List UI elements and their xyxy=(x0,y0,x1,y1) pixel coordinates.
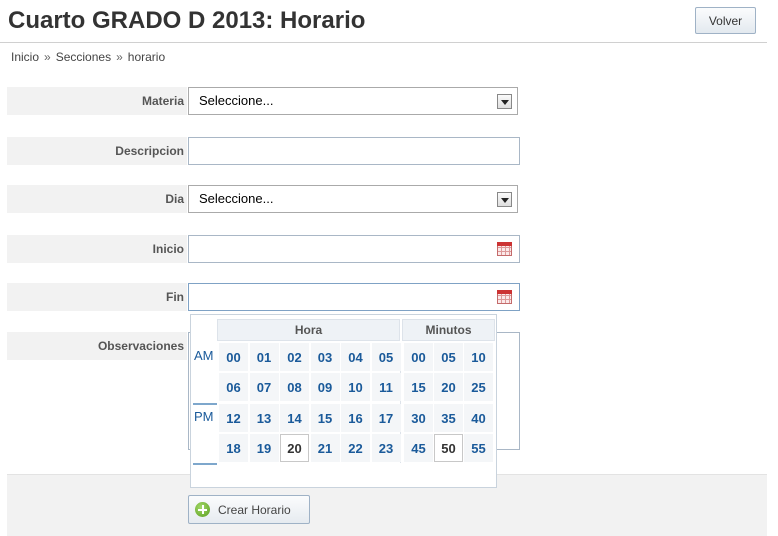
dia-select-value: Seleccione... xyxy=(199,191,274,206)
hour-cell-04[interactable]: 04 xyxy=(341,343,370,371)
inicio-row: Inicio xyxy=(7,235,767,265)
plus-circle-icon xyxy=(195,502,210,517)
observaciones-label: Observaciones xyxy=(97,339,184,353)
label-background xyxy=(7,185,187,213)
calendar-icon[interactable] xyxy=(497,290,512,304)
minute-cell-50[interactable]: 50 xyxy=(434,434,463,462)
am-divider xyxy=(193,403,217,405)
create-horario-label: Crear Horario xyxy=(218,502,291,517)
hour-cell-05[interactable]: 05 xyxy=(371,343,401,371)
minute-cell-30[interactable]: 30 xyxy=(404,404,433,432)
hour-cell-13[interactable]: 13 xyxy=(249,404,279,432)
hour-cell-01[interactable]: 01 xyxy=(249,343,279,371)
calendar-icon[interactable] xyxy=(497,242,512,256)
materia-select-value: Seleccione... xyxy=(199,93,274,108)
time-picker: Hora Minutos AM PM 00 01 02 03 04 05 06 07 08 09 1… xyxy=(190,314,497,488)
hour-cell-07[interactable]: 07 xyxy=(249,373,279,401)
hour-cell-11[interactable]: 11 xyxy=(371,373,401,401)
minute-header: Minutos xyxy=(402,319,495,341)
create-horario-button[interactable]: Crear Horario xyxy=(188,495,310,524)
back-button[interactable]: Volver xyxy=(695,7,756,34)
fin-label: Fin xyxy=(166,290,184,304)
minute-cell-10[interactable]: 10 xyxy=(464,343,493,371)
hour-cell-20[interactable]: 20 xyxy=(280,434,309,462)
fin-input[interactable] xyxy=(188,283,520,311)
breadcrumb-inicio[interactable]: Inicio xyxy=(11,50,39,64)
descripcion-input[interactable] xyxy=(188,137,520,165)
pm-divider xyxy=(193,463,217,465)
descripcion-row: Descripcion xyxy=(7,137,767,167)
chevron-down-icon[interactable] xyxy=(497,94,512,109)
hour-cell-10[interactable]: 10 xyxy=(341,373,370,401)
breadcrumb-separator: » xyxy=(116,50,123,64)
materia-label: Materia xyxy=(141,94,184,108)
hour-cell-00[interactable]: 00 xyxy=(219,343,248,371)
am-label: AM xyxy=(194,348,214,363)
minute-cell-25[interactable]: 25 xyxy=(464,373,493,401)
fin-row: Fin xyxy=(7,283,767,313)
descripcion-label: Descripcion xyxy=(115,144,184,158)
hour-cell-16[interactable]: 16 xyxy=(341,404,370,432)
pm-label: PM xyxy=(194,409,214,424)
minute-cell-40[interactable]: 40 xyxy=(464,404,493,432)
breadcrumb-separator: » xyxy=(44,50,51,64)
breadcrumb: Inicio » Secciones » horario xyxy=(11,50,165,64)
page-header: Cuarto GRADO D 2013: Horario Volver xyxy=(0,0,767,43)
hour-cell-22[interactable]: 22 xyxy=(341,434,370,462)
minute-cell-00[interactable]: 00 xyxy=(404,343,433,371)
dia-row: Dia Seleccione... xyxy=(7,185,767,215)
minute-cell-45[interactable]: 45 xyxy=(404,434,433,462)
hour-cell-09[interactable]: 09 xyxy=(310,373,340,401)
materia-select[interactable]: Seleccione... xyxy=(188,87,518,115)
hour-cell-18[interactable]: 18 xyxy=(219,434,248,462)
minute-cell-35[interactable]: 35 xyxy=(434,404,463,432)
hour-cell-12[interactable]: 12 xyxy=(219,404,248,432)
minute-cell-55[interactable]: 55 xyxy=(464,434,493,462)
hour-cell-15[interactable]: 15 xyxy=(310,404,340,432)
hour-cell-19[interactable]: 19 xyxy=(249,434,279,462)
materia-row: Materia Seleccione... xyxy=(7,87,767,117)
inicio-input[interactable] xyxy=(188,235,520,263)
hour-cell-03[interactable]: 03 xyxy=(310,343,340,371)
inicio-label: Inicio xyxy=(152,242,184,256)
hour-cell-17[interactable]: 17 xyxy=(371,404,401,432)
minute-cell-15[interactable]: 15 xyxy=(404,373,433,401)
breadcrumb-secciones[interactable]: Secciones xyxy=(56,50,111,64)
minute-cell-20[interactable]: 20 xyxy=(434,373,463,401)
hour-cell-02[interactable]: 02 xyxy=(280,343,309,371)
dia-select[interactable]: Seleccione... xyxy=(188,185,518,213)
dia-label: Dia xyxy=(165,192,184,206)
chevron-down-icon[interactable] xyxy=(497,192,512,207)
hour-cell-23[interactable]: 23 xyxy=(371,434,401,462)
hour-cell-21[interactable]: 21 xyxy=(310,434,340,462)
hour-cell-14[interactable]: 14 xyxy=(280,404,309,432)
hour-cell-06[interactable]: 06 xyxy=(219,373,248,401)
breadcrumb-horario: horario xyxy=(127,50,166,64)
hour-cell-08[interactable]: 08 xyxy=(280,373,309,401)
minute-cell-05[interactable]: 05 xyxy=(434,343,463,371)
label-background xyxy=(7,283,187,311)
page-title: Cuarto GRADO D 2013: Horario xyxy=(8,7,366,34)
hour-header: Hora xyxy=(217,319,400,341)
